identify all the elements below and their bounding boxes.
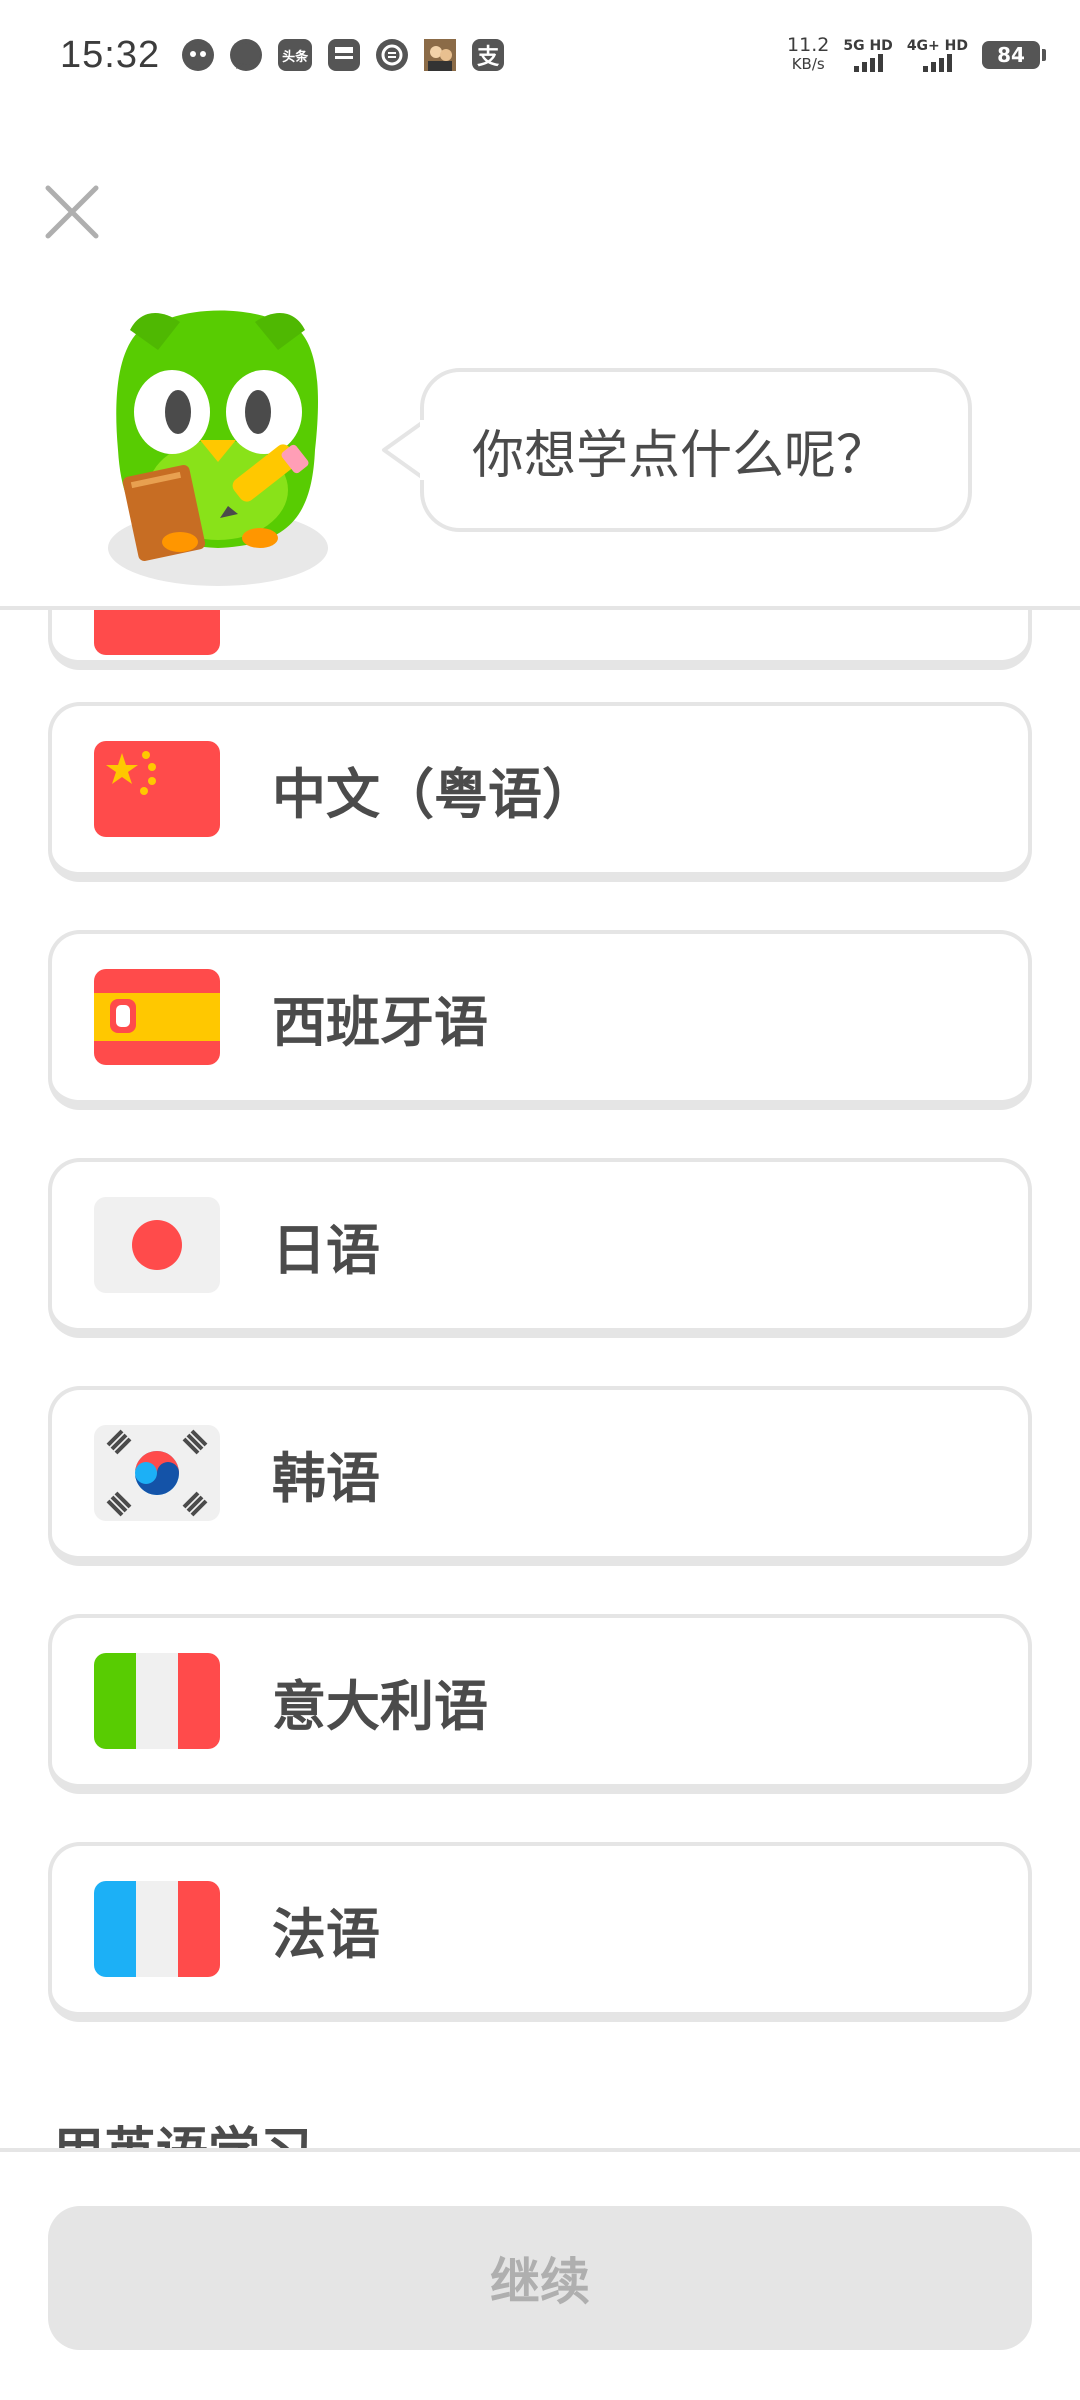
section-heading: 用英语学习: [52, 2110, 312, 2150]
network-speed-unit: KB/s: [791, 55, 825, 73]
spain-flag-icon: [94, 969, 220, 1065]
bubble-tail-joint: [420, 420, 430, 480]
status-time: 15:32: [60, 33, 161, 76]
battery-level: 84: [997, 43, 1025, 67]
battery-icon: 84: [982, 41, 1046, 69]
toutiao-icon: 头条: [278, 39, 313, 71]
duo-owl-mascot: [100, 300, 340, 590]
alipay-icon: 支: [472, 39, 505, 71]
signal-4g-label: 4G+ HD: [906, 38, 968, 54]
signal-5g-label: 5G HD: [843, 38, 893, 54]
language-list[interactable]: 中文（粤语） 西班牙语 日语 韩语 意大利语 法语: [0, 610, 1080, 2150]
france-flag-icon: [94, 1881, 220, 1977]
signal-4g: 4G+ HD: [907, 38, 968, 72]
network-speed-value: 11.2: [787, 34, 830, 56]
korea-flag-icon: [94, 1425, 220, 1521]
language-card-japanese[interactable]: 日语: [48, 1158, 1032, 1338]
language-label: 中文（粤语）: [272, 762, 596, 826]
language-label: 日语: [272, 1218, 380, 1282]
language-card-cantonese[interactable]: 中文（粤语）: [48, 702, 1032, 882]
italy-flag-icon: [94, 1653, 220, 1749]
footer: 继续: [0, 2152, 1080, 2400]
signal-5g: 5G HD: [843, 38, 893, 72]
japan-flag-icon: [94, 1197, 220, 1293]
signal-bars-icon: [853, 54, 883, 72]
owl-app-icon: [182, 39, 215, 71]
language-label: 意大利语: [272, 1674, 488, 1738]
language-label: 法语: [272, 1902, 380, 1966]
language-card-italian[interactable]: 意大利语: [48, 1614, 1032, 1794]
flag-icon-partial: [94, 610, 220, 655]
system-indicators: 11.2 KB/s 5G HD 4G+ HD 84: [787, 36, 1046, 74]
language-card-partial[interactable]: [48, 610, 1032, 670]
chat-bubble-icon: [230, 39, 263, 71]
notification-icons: 头条 支: [182, 39, 505, 71]
language-card-french[interactable]: 法语: [48, 1842, 1032, 2022]
language-label: 西班牙语: [272, 990, 488, 1054]
status-bar: 15:32 头条 支 11.2 KB/s 5G HD 4G+ HD 84: [0, 0, 1080, 110]
unionpay-icon: [376, 39, 409, 71]
signal-bars-icon: [922, 54, 952, 72]
language-card-korean[interactable]: 韩语: [48, 1386, 1032, 1566]
prompt-text: 你想学点什么呢？: [472, 425, 889, 486]
close-icon: [45, 185, 99, 239]
game-avatar-icon: [424, 39, 457, 71]
language-label: 韩语: [272, 1446, 380, 1510]
bus-card-icon: [328, 39, 361, 71]
china-flag-icon: [94, 741, 220, 837]
speech-bubble: 你想学点什么呢？: [420, 368, 972, 532]
network-speed: 11.2 KB/s: [787, 36, 829, 74]
close-button[interactable]: [40, 180, 104, 244]
continue-button[interactable]: 继续: [48, 2206, 1032, 2350]
language-card-spanish[interactable]: 西班牙语: [48, 930, 1032, 1110]
